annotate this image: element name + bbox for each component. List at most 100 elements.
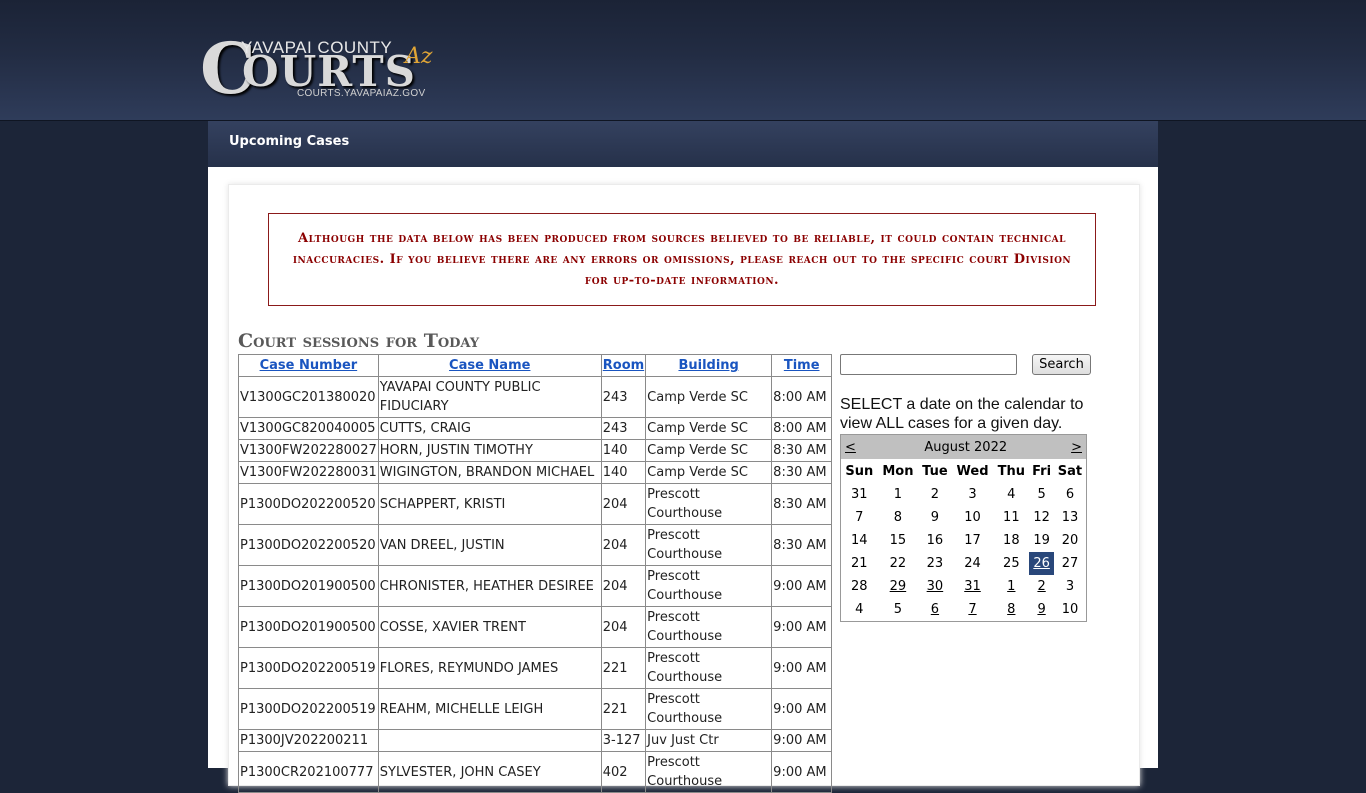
table-row: V1300GC201380020 YAVAPAI COUNTY PUBLIC F…	[238, 376, 833, 418]
calendar-day-link[interactable]: 9	[1037, 602, 1045, 617]
calendar-day: 16	[926, 533, 944, 548]
column-header-room[interactable]: Room	[600, 354, 647, 377]
calendar-prev-month-link[interactable]: <	[845, 440, 856, 455]
calendar-day-link[interactable]: 6	[931, 602, 939, 617]
calendar-day[interactable]: 31	[952, 575, 994, 598]
building-cell: Prescott Courthouse	[645, 524, 773, 566]
calendar-month-title: August 2022	[877, 434, 1054, 459]
column-header-case-number[interactable]: Case Number	[238, 354, 379, 377]
calendar-week-row: 28 29 30 31 1 2 3	[841, 575, 1087, 598]
calendar-day-link[interactable]: 29	[890, 579, 907, 594]
calendar-day: 5	[893, 602, 903, 617]
case-number-cell: P1300DO202200520	[238, 483, 379, 525]
time-cell: 9:00 AM	[771, 688, 833, 730]
calendar-day: 17	[964, 533, 981, 548]
calendar-day: 13	[1061, 510, 1079, 525]
courts-logo[interactable]: C YAVAPAI COUNTY OURTS Az COURTS.YAVAPAI…	[200, 34, 440, 104]
calendar-day: 11	[1003, 510, 1020, 525]
calendar-day[interactable]: 7	[952, 598, 994, 622]
calendar-week-row: 4 5 6 7 8 9 10	[841, 598, 1087, 622]
calendar-day: 18	[1003, 533, 1020, 548]
table-row: V1300GC820040005 CUTTS, CRAIG 243 Camp V…	[238, 417, 833, 440]
search-button[interactable]: Search	[1032, 354, 1091, 375]
calendar-day: 3	[968, 487, 977, 502]
case-number-cell: P1300CR202100777	[238, 751, 379, 793]
calendar-day-link[interactable]: 8	[1007, 602, 1015, 617]
case-name-cell	[377, 729, 602, 752]
table-row: P1300DO202200520 SCHAPPERT, KRISTI 204 P…	[238, 483, 833, 525]
column-header-case-name[interactable]: Case Name	[377, 354, 602, 377]
calendar-header-row: < August 2022 >	[840, 434, 1087, 459]
calendar-day-link[interactable]: 1	[1007, 579, 1015, 594]
case-name-cell: SYLVESTER, JOHN CASEY	[377, 751, 602, 793]
calendar-day: 5	[1037, 487, 1046, 502]
sort-building-link[interactable]: Building	[678, 358, 738, 373]
calendar-week-row: 21 22 23 24 25 26 27	[841, 552, 1087, 575]
calendar-day: 3	[1065, 579, 1075, 594]
column-header-time[interactable]: Time	[771, 354, 833, 377]
calendar-day[interactable]: 29	[878, 575, 919, 598]
time-cell: 9:00 AM	[771, 565, 833, 607]
sort-room-link[interactable]: Room	[603, 358, 644, 373]
sort-case-name-link[interactable]: Case Name	[449, 358, 530, 373]
room-cell: 243	[600, 376, 647, 418]
table-row: P1300DO201900500 COSSE, XAVIER TRENT 204…	[238, 606, 833, 648]
sort-case-number-link[interactable]: Case Number	[260, 358, 358, 373]
case-number-cell: V1300FW202280031	[238, 461, 379, 484]
weekday-label: Wed	[956, 463, 989, 479]
case-name-cell: COSSE, XAVIER TRENT	[377, 606, 602, 648]
case-name-cell: CHRONISTER, HEATHER DESIREE	[377, 565, 602, 607]
table-row: P1300CR202100777 SYLVESTER, JOHN CASEY 4…	[238, 751, 833, 793]
calendar-day-link[interactable]: 30	[927, 579, 944, 594]
calendar-day[interactable]: 2	[1029, 575, 1054, 598]
search-input[interactable]	[840, 354, 1017, 375]
building-cell: Juv Just Ctr	[645, 729, 773, 752]
table-row: P1300DO202200519 FLORES, REYMUNDO JAMES …	[238, 647, 833, 689]
time-cell: 8:00 AM	[771, 417, 833, 440]
calendar-day[interactable]: 30	[918, 575, 951, 598]
calendar-day-link[interactable]: 7	[968, 602, 976, 617]
sort-time-link[interactable]: Time	[784, 358, 820, 373]
calendar-day: 31	[851, 487, 868, 502]
calendar-day-selected[interactable]: 26	[1029, 552, 1054, 575]
calendar-day: 12	[1033, 510, 1050, 525]
calendar-day: 21	[851, 556, 868, 571]
calendar-day: 7	[855, 510, 864, 525]
calendar-day: 10	[964, 510, 981, 525]
calendar-weekday-row: Sun Mon Tue Wed Thu Fri Sat	[841, 459, 1087, 483]
time-cell: 8:30 AM	[771, 483, 833, 525]
calendar-day[interactable]: 8	[993, 598, 1029, 622]
case-name-cell: WIGINGTON, BRANDON MICHAEL	[377, 461, 602, 484]
time-cell: 9:00 AM	[771, 647, 833, 689]
column-header-building[interactable]: Building	[645, 354, 773, 377]
case-name-cell: REAHM, MICHELLE LEIGH	[377, 688, 602, 730]
calendar-day-link[interactable]: 26	[1033, 556, 1050, 571]
table-row: V1300FW202280027 HORN, JUSTIN TIMOTHY 14…	[238, 439, 833, 462]
calendar-day: 19	[1033, 533, 1050, 548]
calendar-day: 4	[855, 602, 864, 617]
calendar-next-month-link[interactable]: >	[1071, 440, 1082, 455]
calendar-day[interactable]: 9	[1029, 598, 1054, 622]
calendar-day: 10	[1061, 602, 1079, 617]
disclaimer-text: Although the data below has been produce…	[292, 231, 1072, 288]
calendar-day-link[interactable]: 31	[964, 579, 981, 594]
room-cell: 140	[600, 461, 647, 484]
calendar-day: 1	[893, 487, 903, 502]
site-header: C YAVAPAI COUNTY OURTS Az COURTS.YAVAPAI…	[0, 0, 1366, 121]
calendar-day[interactable]: 1	[993, 575, 1029, 598]
logo-az-text: Az	[405, 44, 433, 69]
court-sessions-table: Case Number Case Name Room Building Time…	[238, 354, 833, 793]
date-calendar: < August 2022 > Sun Mon Tue Wed Thu Fri …	[840, 434, 1087, 622]
calendar-day[interactable]: 6	[918, 598, 951, 622]
calendar-day: 6	[1065, 487, 1075, 502]
calendar-day: 2	[930, 487, 940, 502]
calendar-day-link[interactable]: 2	[1037, 579, 1045, 594]
room-cell: 221	[600, 647, 647, 689]
calendar-day: 9	[930, 510, 940, 525]
calendar-day: 28	[851, 579, 868, 594]
table-row: P1300DO202200519 REAHM, MICHELLE LEIGH 2…	[238, 688, 833, 730]
time-cell: 8:30 AM	[771, 524, 833, 566]
room-cell: 204	[600, 606, 647, 648]
building-cell: Camp Verde SC	[645, 417, 773, 440]
calendar-day: 4	[1007, 487, 1016, 502]
